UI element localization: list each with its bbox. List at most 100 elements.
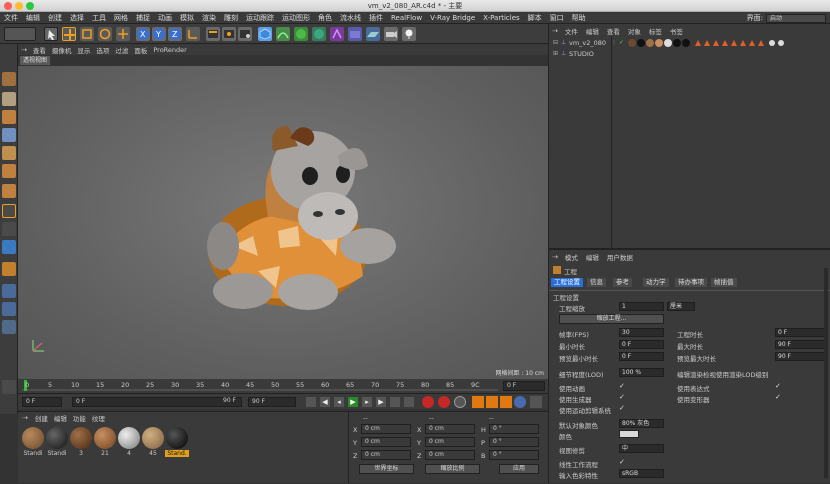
- size-z-field[interactable]: 0 cm: [425, 450, 475, 460]
- object-menu-tags[interactable]: 标签: [645, 26, 666, 36]
- points-mode-icon[interactable]: [2, 146, 16, 160]
- timeline-window-icon[interactable]: [530, 396, 542, 408]
- object-name[interactable]: vm_v2_080: [569, 39, 606, 47]
- size-y-field[interactable]: 0 cm: [425, 437, 475, 447]
- menu-edit[interactable]: 编辑: [22, 13, 44, 23]
- floor-icon[interactable]: [366, 27, 380, 41]
- texture-mode-icon[interactable]: [2, 110, 16, 124]
- preview-max-field[interactable]: 90 F: [775, 352, 825, 361]
- scale-key-icon[interactable]: [500, 396, 512, 408]
- render-view-icon[interactable]: [206, 27, 220, 41]
- tab-todo[interactable]: 待办事项: [675, 278, 707, 287]
- linear-workflow-checkbox[interactable]: ✓: [619, 459, 626, 466]
- menu-script[interactable]: 脚本: [524, 13, 546, 23]
- autokey-icon[interactable]: [438, 396, 450, 408]
- attribute-menu-edit[interactable]: 编辑: [582, 252, 603, 262]
- object-menu-bookmarks[interactable]: 书签: [666, 26, 687, 36]
- next-frame-icon[interactable]: ▸: [362, 397, 372, 407]
- menu-render[interactable]: 渲染: [198, 13, 220, 23]
- position-x-field[interactable]: 0 cm: [361, 424, 411, 434]
- menu-character[interactable]: 角色: [314, 13, 336, 23]
- min-time-field[interactable]: 0 F: [619, 340, 664, 349]
- rotation-p-field[interactable]: 0 °: [489, 437, 539, 447]
- close-window-button[interactable]: [4, 2, 12, 10]
- y-axis-lock-icon[interactable]: Y: [152, 27, 166, 41]
- use-animation-checkbox[interactable]: ✓: [619, 383, 626, 390]
- menu-plugins[interactable]: 插件: [365, 13, 387, 23]
- tab-key-interpolation[interactable]: 帧插值: [711, 278, 737, 287]
- color-swatch[interactable]: [619, 430, 639, 438]
- edges-mode-icon[interactable]: [2, 164, 16, 178]
- material-swatch[interactable]: [46, 427, 68, 449]
- use-motion-system-checkbox[interactable]: ✓: [619, 405, 626, 412]
- end-frame-field[interactable]: 90 F: [248, 397, 296, 407]
- start-frame-field[interactable]: 0 F: [22, 397, 62, 407]
- menu-motion-tracking[interactable]: 运动跟踪: [242, 13, 278, 23]
- tab-info[interactable]: 信息: [587, 278, 606, 287]
- environment-icon[interactable]: [348, 27, 362, 41]
- menu-file[interactable]: 文件: [0, 13, 22, 23]
- menu-select[interactable]: 选择: [66, 13, 88, 23]
- viewport-menu-panel[interactable]: 面板: [131, 45, 150, 55]
- planar-workplane-icon[interactable]: [2, 302, 16, 316]
- z-axis-lock-icon[interactable]: Z: [168, 27, 182, 41]
- menu-realflow[interactable]: RealFlow: [387, 14, 426, 22]
- material-menu-texture[interactable]: 纹理: [89, 413, 108, 423]
- previous-key-icon[interactable]: ◀: [320, 397, 330, 407]
- default-color-dropdown[interactable]: 80% 灰色: [619, 419, 664, 428]
- polygons-mode-icon[interactable]: [2, 184, 16, 198]
- previous-frame-icon[interactable]: ◂: [334, 397, 344, 407]
- menu-simulate[interactable]: 模拟: [176, 13, 198, 23]
- tab-reference[interactable]: 参考: [613, 278, 632, 287]
- cube-icon[interactable]: [258, 27, 272, 41]
- use-expressions-checkbox[interactable]: ✓: [775, 383, 782, 390]
- material-swatch[interactable]: [142, 427, 164, 449]
- deformer-icon[interactable]: [330, 27, 344, 41]
- next-key-icon[interactable]: ▶: [376, 397, 386, 407]
- render-picture-viewer-icon[interactable]: [222, 27, 236, 41]
- material-menu-function[interactable]: 功能: [70, 413, 89, 423]
- object-row[interactable]: ⊞ ⊥ STUDIO: [549, 49, 830, 59]
- scale-project-button[interactable]: 缩放工程...: [559, 314, 664, 324]
- object-menu-arrows-icon[interactable]: ⇢: [549, 27, 561, 35]
- project-scale-unit-dropdown[interactable]: 厘米: [667, 302, 695, 311]
- attribute-menu-user-data[interactable]: 用户数据: [603, 252, 637, 262]
- expand-icon[interactable]: ⊟: [553, 39, 558, 46]
- object-row[interactable]: ⊟ ⊥ vm_v2_080 : ✓: [549, 38, 830, 48]
- menu-pipeline[interactable]: 流水线: [336, 13, 365, 23]
- material-swatch[interactable]: [94, 427, 116, 449]
- viewport-menu-view[interactable]: 查看: [30, 45, 49, 55]
- attribute-scrollbar[interactable]: [824, 268, 828, 478]
- material-tags-strip[interactable]: [627, 38, 827, 48]
- viewport-menu-display[interactable]: 显示: [74, 45, 93, 55]
- menu-sculpt[interactable]: 雕刻: [220, 13, 242, 23]
- viewport-arrows-icon[interactable]: ⇢: [18, 46, 30, 54]
- object-menu-view[interactable]: 查看: [603, 26, 624, 36]
- scale-tool-icon[interactable]: [80, 27, 94, 41]
- position-z-field[interactable]: 0 cm: [361, 450, 411, 460]
- viewport-menu-prorender[interactable]: ProRender: [150, 46, 189, 54]
- last-tool-icon[interactable]: [116, 27, 130, 41]
- attribute-menu-arrows-icon[interactable]: ⇢: [549, 253, 561, 261]
- menu-animate[interactable]: 动画: [154, 13, 176, 23]
- preview-min-field[interactable]: 0 F: [72, 397, 242, 407]
- fps-field[interactable]: 30: [619, 328, 664, 337]
- layout-dropdown[interactable]: 启动: [766, 13, 826, 23]
- use-generators-checkbox[interactable]: ✓: [619, 394, 626, 401]
- selection-arrow-icon[interactable]: [44, 27, 58, 41]
- solo-icon[interactable]: [2, 320, 16, 334]
- array-icon[interactable]: [312, 27, 326, 41]
- view-clipping-dropdown[interactable]: 中: [619, 444, 664, 453]
- menu-snap[interactable]: 捕捉: [132, 13, 154, 23]
- subdivision-icon[interactable]: [294, 27, 308, 41]
- x-axis-lock-icon[interactable]: X: [136, 27, 150, 41]
- max-time-field[interactable]: 90 F: [775, 340, 825, 349]
- material-swatch[interactable]: [22, 427, 44, 449]
- move-tool-icon[interactable]: [62, 27, 76, 41]
- minimize-window-button[interactable]: [15, 2, 23, 10]
- menu-x-particles[interactable]: X-Particles: [479, 14, 523, 22]
- visibility-dot-icon[interactable]: :: [613, 39, 615, 46]
- record-icon[interactable]: [422, 396, 434, 408]
- material-swatch[interactable]: [118, 427, 140, 449]
- key-selection-icon[interactable]: [454, 396, 466, 408]
